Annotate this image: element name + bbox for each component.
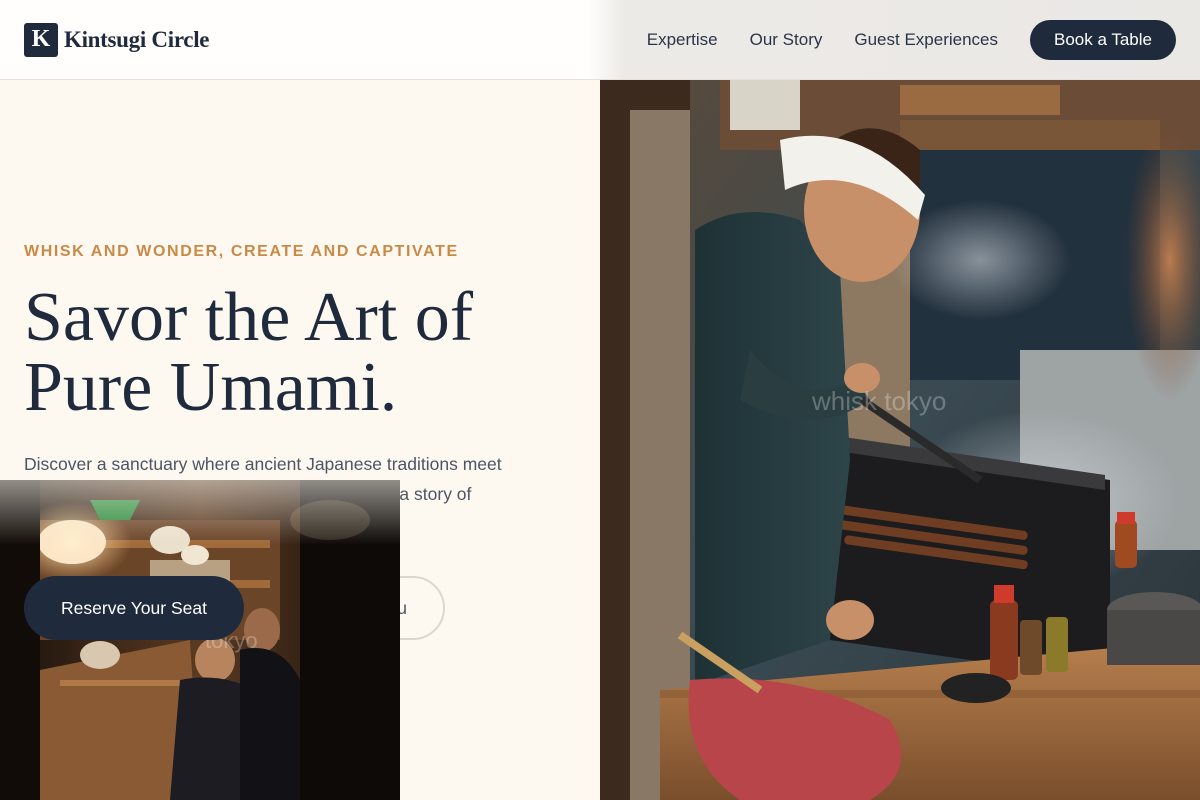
headline-line-1: Savor the Art of <box>24 279 474 356</box>
page: K Kintsugi Circle Expertise Our Story Gu… <box>0 0 1200 800</box>
headline-line-2: Pure Umami. <box>24 349 398 426</box>
brand-logo[interactable]: K Kintsugi Circle <box>24 22 210 57</box>
chef-grilling-photo: whisk tokyo <box>600 80 1200 800</box>
hero-eyebrow: Whisk and Wonder, Create and Captivate <box>24 243 459 260</box>
photo-fade-overlay <box>0 480 400 545</box>
reserve-seat-button[interactable]: Reserve Your Seat <box>24 576 244 640</box>
nav-link-expertise[interactable]: Expertise <box>647 30 718 50</box>
nav-link-our-story[interactable]: Our Story <box>750 30 823 50</box>
book-table-button[interactable]: Book a Table <box>1030 19 1176 60</box>
izakaya-counter-photo: tokyo <box>0 480 400 800</box>
nav-link-guest-experiences[interactable]: Guest Experiences <box>854 30 998 50</box>
brand-name: Kintsugi Circle <box>64 26 210 52</box>
hero-headline: Savor the Art of Pure Umami. <box>24 283 584 423</box>
brand-mark: K <box>24 22 58 57</box>
main-nav: Expertise Our Story Guest Experiences Bo… <box>647 19 1176 60</box>
main-photo-watermark: whisk tokyo <box>812 386 947 416</box>
site-header: K Kintsugi Circle Expertise Our Story Gu… <box>0 0 1200 80</box>
